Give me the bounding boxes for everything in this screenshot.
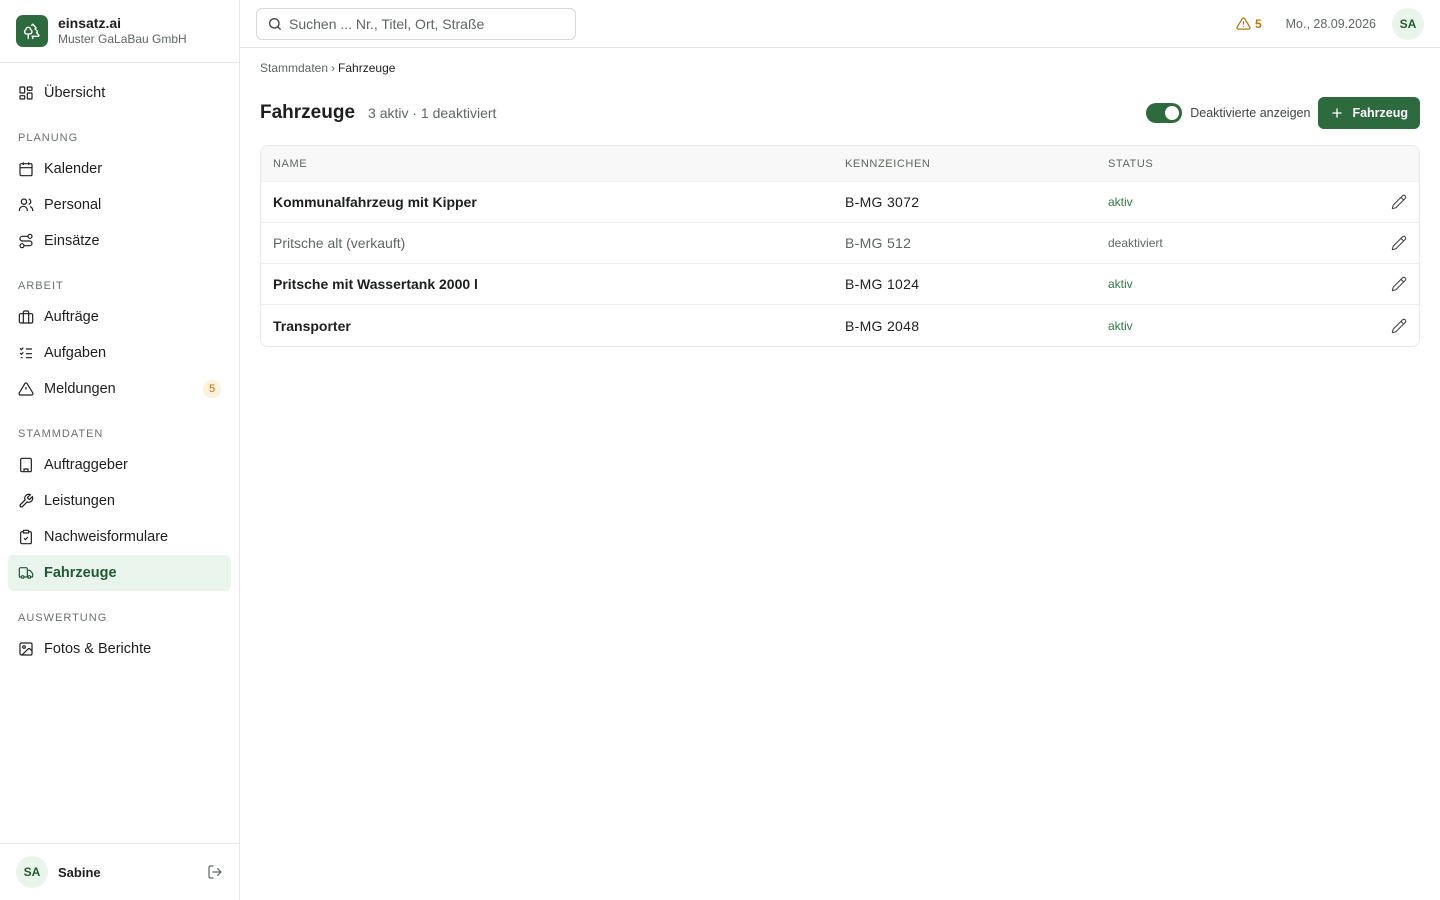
sidebar-item-leistungen[interactable]: Leistungen [8, 483, 231, 519]
table-row[interactable]: Kommunalfahrzeug mit Kipper B-MG 3072 ak… [261, 182, 1419, 223]
sidebar: einsatz.ai Muster GaLaBau GmbH Übersicht… [0, 0, 240, 900]
vehicle-name: Pritsche mit Wassertank 2000 l [273, 276, 478, 292]
building-icon [20, 457, 32, 473]
section-stammdaten: STAMMDATEN [18, 428, 104, 440]
column-header-status[interactable]: STATUS [1108, 158, 1379, 170]
briefcase-icon [18, 310, 34, 324]
search-input[interactable] [289, 15, 569, 32]
sidebar-item-meldungen[interactable]: Meldungen 5 [8, 371, 231, 407]
clipboard-icon [20, 529, 32, 545]
vehicle-name: Transporter [273, 317, 351, 334]
vehicle-plate: B-MG 3072 [845, 194, 920, 210]
calendar-icon [19, 162, 33, 177]
checklist-icon [19, 347, 32, 359]
vehicle-status: deaktiviert [1108, 236, 1163, 250]
sidebar-item-label: Personal [44, 197, 102, 213]
warning-icon [1236, 17, 1251, 30]
table-row[interactable]: Transporter B-MG 2048 aktiv [261, 305, 1419, 346]
column-header-name[interactable]: NAME [261, 158, 845, 170]
sidebar-item-auftraege[interactable]: Aufträge [8, 299, 231, 335]
section-planung: PLANUNG [18, 132, 79, 144]
page-title: Fahrzeuge [260, 102, 356, 123]
vehicle-name: Kommunalfahrzeug mit Kipper [273, 194, 477, 210]
sidebar-item-label: Nachweisformulare [44, 529, 169, 545]
plus-icon [1332, 108, 1343, 118]
breadcrumb-current: Fahrzeuge [338, 61, 396, 75]
sidebar-item-label: Einsätze [44, 233, 100, 249]
sidebar-item-aufgaben[interactable]: Aufgaben [8, 335, 231, 371]
vehicle-plate: B-MG 1024 [845, 276, 920, 292]
breadcrumb-parent[interactable]: Stammdaten [260, 61, 328, 75]
sidebar-item-label: Fahrzeuge [44, 565, 117, 581]
add-vehicle-button[interactable]: Fahrzeug [1318, 97, 1420, 129]
search-box[interactable] [256, 7, 576, 40]
sidebar-nav: Übersicht PLANUNG Kalender Personal Eins… [0, 63, 239, 667]
sidebar-item-einsaetze[interactable]: Einsätze [8, 223, 231, 259]
sidebar-item-personal[interactable]: Personal [8, 187, 231, 223]
vehicle-name: Pritsche alt (verkauft) [273, 235, 406, 251]
grid-icon [19, 86, 33, 100]
table-header: NAME KENNZEICHEN STATUS [261, 146, 1419, 182]
vehicle-plate: B-MG 2048 [845, 317, 920, 334]
sidebar-item-auftraggeber[interactable]: Auftraggeber [8, 447, 231, 483]
pencil-icon[interactable] [1391, 235, 1407, 251]
add-vehicle-label: Fahrzeug [1352, 106, 1408, 120]
top-bar: 5 Mo., 28.09.2026 SA [240, 0, 1440, 48]
title-row: Fahrzeuge 3 aktiv · 1 deaktiviert Deakti… [260, 97, 1420, 129]
image-icon [19, 642, 33, 656]
search-icon [269, 17, 281, 30]
vehicle-status: aktiv [1108, 318, 1133, 333]
truck-icon [18, 567, 34, 579]
sidebar-item-label: Fotos & Berichte [44, 641, 152, 657]
main-content: Stammdaten › Fahrzeuge Fahrzeuge 3 aktiv… [260, 48, 1420, 347]
sidebar-item-nachweisformulare[interactable]: Nachweisformulare [8, 519, 231, 555]
sidebar-item-kalender[interactable]: Kalender [8, 151, 231, 187]
alerts-button[interactable]: 5 [1236, 16, 1262, 31]
vehicles-table: NAME KENNZEICHEN STATUS Kommunalfahrzeug… [260, 145, 1420, 347]
sidebar-item-fahrzeuge[interactable]: Fahrzeuge [8, 555, 231, 591]
pencil-icon[interactable] [1391, 276, 1407, 292]
sidebar-item-label: Aufgaben [44, 345, 107, 361]
users-icon [18, 198, 34, 211]
brand-org: Muster GaLaBau GmbH [58, 32, 187, 46]
vehicle-status: aktiv [1108, 195, 1133, 209]
section-arbeit: ARBEIT [18, 280, 64, 292]
user-name: Sabine [58, 864, 101, 880]
section-auswertung: AUSWERTUNG [18, 612, 108, 624]
logout-icon[interactable] [207, 864, 223, 880]
user-footer: SA Sabine [0, 843, 239, 900]
meldungen-count-badge: 5 [203, 380, 221, 398]
column-header-plate[interactable]: KENNZEICHEN [845, 158, 1108, 170]
user-avatar[interactable]: SA [16, 856, 48, 888]
breadcrumb: Stammdaten › Fahrzeuge [260, 61, 1420, 75]
page-subtitle: 3 aktiv · 1 deaktiviert [368, 105, 497, 121]
show-deactivated-toggle[interactable] [1146, 103, 1183, 123]
show-deactivated-label: Deaktivierte anzeigen [1190, 106, 1311, 120]
sidebar-item-label: Meldungen [44, 381, 116, 397]
warning-icon [18, 382, 34, 396]
table-row[interactable]: Pritsche mit Wassertank 2000 l B-MG 1024… [261, 264, 1419, 305]
brand-name: einsatz.ai [58, 15, 122, 31]
sidebar-item-uebersicht[interactable]: Übersicht [8, 75, 231, 111]
sidebar-item-label: Kalender [44, 161, 103, 177]
route-icon [19, 233, 33, 249]
vehicle-status: aktiv [1108, 277, 1133, 291]
sidebar-item-label: Aufträge [44, 309, 99, 325]
table-row[interactable]: Pritsche alt (verkauft) B-MG 512 deaktiv… [261, 223, 1419, 264]
brand-logo-icon [16, 15, 48, 47]
vehicle-plate: B-MG 512 [845, 235, 912, 251]
brand: einsatz.ai Muster GaLaBau GmbH [0, 0, 239, 63]
alerts-count: 5 [1254, 16, 1262, 31]
sidebar-item-label: Übersicht [44, 85, 106, 101]
wrench-icon [19, 493, 34, 508]
sidebar-item-label: Auftraggeber [44, 457, 128, 473]
current-date: Mo., 28.09.2026 [1285, 16, 1376, 31]
pencil-icon[interactable] [1391, 318, 1407, 334]
header-avatar[interactable]: SA [1392, 7, 1424, 40]
sidebar-item-fotos-berichte[interactable]: Fotos & Berichte [8, 631, 231, 667]
pencil-icon[interactable] [1391, 194, 1407, 210]
breadcrumb-separator: › [331, 61, 336, 75]
sidebar-item-label: Leistungen [44, 493, 115, 509]
